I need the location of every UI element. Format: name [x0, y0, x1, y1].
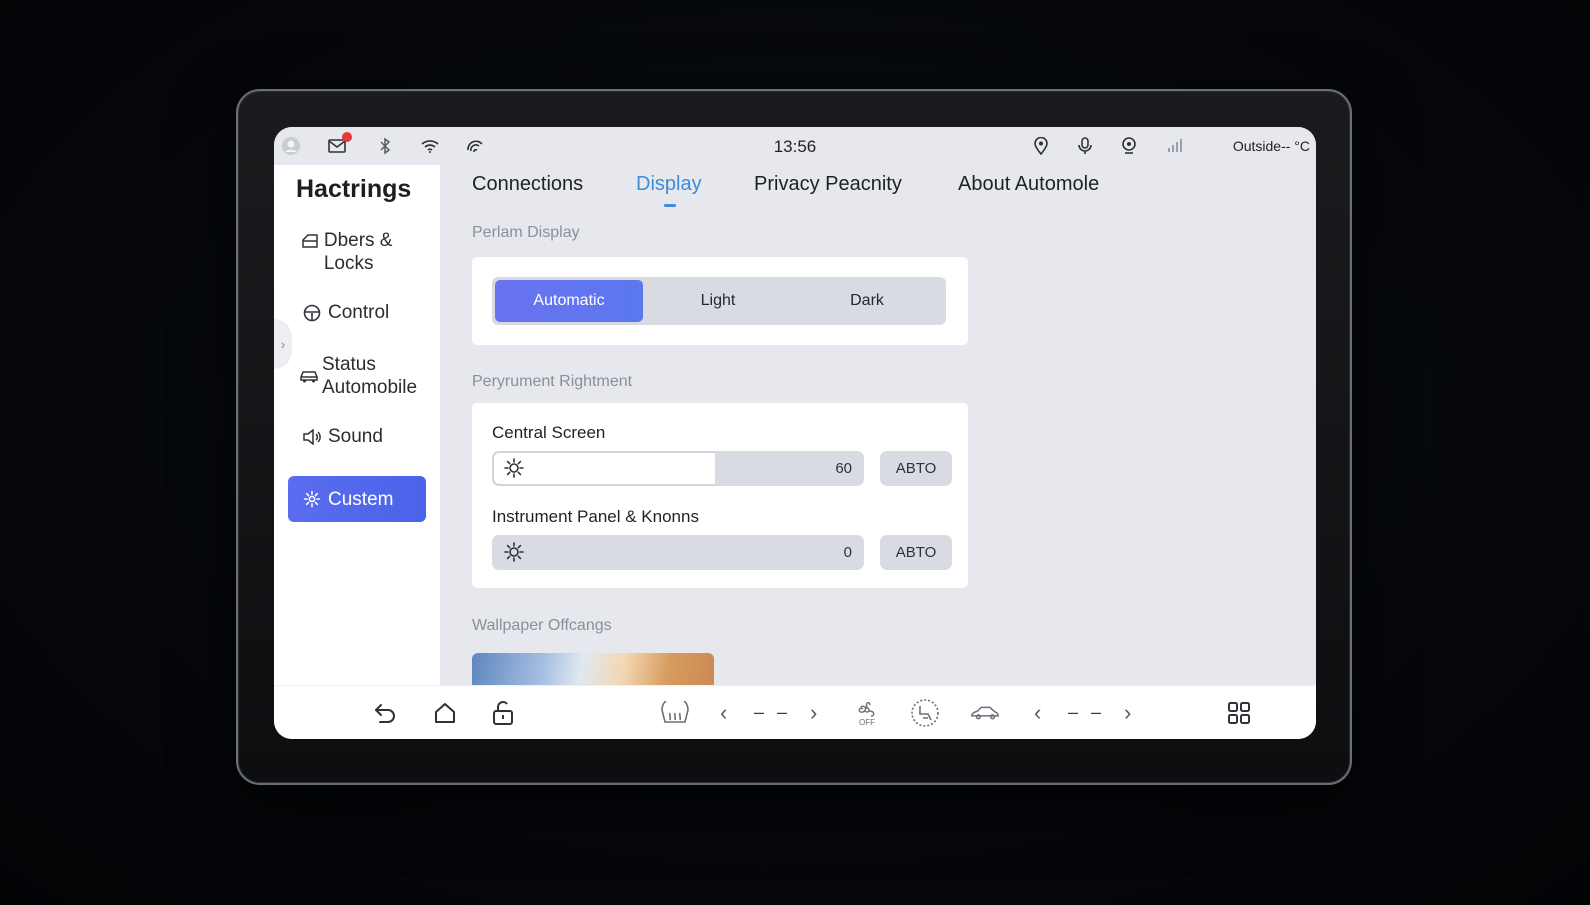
- speaker-icon: [300, 425, 324, 448]
- wifi-icon[interactable]: [419, 135, 441, 157]
- left-temp-decrease[interactable]: ‹: [720, 700, 727, 726]
- outside-temperature: Outside-- °C: [1232, 138, 1310, 154]
- mode-light-button[interactable]: Light: [644, 280, 792, 322]
- chevron-right-icon: ›: [280, 336, 286, 352]
- active-tab-indicator: [664, 204, 676, 207]
- sidebar-item-custom[interactable]: Custem: [288, 476, 426, 522]
- sidebar-item-control[interactable]: Control: [288, 301, 426, 324]
- sidebar-item-doors-locks[interactable]: Dbers & Locks: [288, 229, 426, 275]
- home-icon[interactable]: [430, 698, 460, 728]
- sidebar-item-label: Status Automobile: [322, 354, 418, 398]
- signal-arc-icon[interactable]: [464, 135, 486, 157]
- tab-about[interactable]: About Automole: [958, 173, 1099, 196]
- central-screen-brightness-slider[interactable]: 60: [492, 451, 864, 486]
- avatar-icon[interactable]: [280, 135, 302, 157]
- section-title-brightness: Peryrument Rightment: [472, 373, 633, 390]
- instrument-panel-value: 0: [843, 544, 852, 561]
- sidebar: Hactrings Dbers & Locks Control Status A…: [274, 165, 440, 685]
- left-temp-increase[interactable]: ›: [810, 700, 817, 726]
- gear-icon: [300, 488, 324, 511]
- sidebar-item-status-automobile[interactable]: Status Automobile: [288, 353, 426, 399]
- brightness-card: Central Screen 60 ABTO Instrument Panel …: [472, 403, 968, 588]
- mail-icon[interactable]: [326, 132, 352, 157]
- location-pin-icon[interactable]: [1030, 135, 1052, 157]
- bottom-control-bar: ‹ – – › OFF ‹ – – ›: [274, 685, 1316, 739]
- mode-dark-button[interactable]: Dark: [793, 280, 941, 322]
- instrument-panel-auto-button[interactable]: ABTO: [880, 535, 952, 570]
- central-screen-label: Central Screen: [492, 423, 606, 442]
- status-bar: 13:56 Outside-- °C: [274, 127, 1316, 165]
- central-screen-auto-button[interactable]: ABTO: [880, 451, 952, 486]
- fan-off-icon[interactable]: OFF: [852, 698, 882, 728]
- sidebar-item-label: Custem: [328, 488, 394, 510]
- sun-icon: [504, 542, 524, 562]
- map-pin-icon[interactable]: [1118, 135, 1140, 157]
- infotainment-screen: 13:56 Outside-- °C Hactrings Dbers & Loc…: [274, 127, 1316, 739]
- app-grid-icon[interactable]: [1224, 698, 1254, 728]
- unlock-icon[interactable]: [488, 698, 518, 728]
- steering-wheel-icon: [300, 301, 324, 324]
- sidebar-item-sound[interactable]: Sound: [288, 425, 426, 448]
- tab-privacy[interactable]: Privacy Peacnity: [754, 173, 902, 196]
- car-icon: [300, 365, 318, 388]
- section-title-wallpaper: Wallpaper Offcangs: [472, 617, 612, 634]
- display-mode-card: Automatic Light Dark: [472, 257, 968, 345]
- right-temp-decrease[interactable]: ‹: [1034, 700, 1041, 726]
- tab-connections[interactable]: Connections: [472, 173, 583, 196]
- instrument-panel-brightness-slider[interactable]: 0: [492, 535, 864, 570]
- slider-fill: [492, 451, 716, 486]
- display-mode-selector: Automatic Light Dark: [492, 277, 946, 325]
- sidebar-title: Hactrings: [296, 175, 412, 203]
- microphone-icon[interactable]: [1074, 135, 1096, 157]
- right-temperature: – –: [1068, 702, 1106, 722]
- sidebar-item-label: Control: [328, 302, 390, 323]
- fan-status-label: OFF: [859, 717, 875, 727]
- tab-display[interactable]: Display: [636, 173, 702, 207]
- car-recirculation-icon[interactable]: [970, 698, 1000, 728]
- defrost-icon[interactable]: [660, 698, 690, 728]
- central-screen-value: 60: [835, 460, 852, 477]
- car-door-icon: [300, 229, 320, 252]
- right-temp-increase[interactable]: ›: [1124, 700, 1131, 726]
- notification-badge: [342, 132, 352, 142]
- sidebar-item-label: Dbers & Locks: [323, 230, 393, 274]
- mode-automatic-button[interactable]: Automatic: [495, 280, 643, 322]
- section-title-display-mode: Perlam Display: [472, 224, 580, 241]
- heated-seat-icon[interactable]: [910, 698, 940, 728]
- tab-display-label: Display: [636, 173, 702, 195]
- left-temperature: – –: [754, 702, 792, 722]
- sidebar-item-label: Sound: [328, 426, 383, 447]
- bluetooth-icon[interactable]: [374, 135, 396, 157]
- cellular-signal-icon[interactable]: [1164, 135, 1186, 157]
- instrument-panel-label: Instrument Panel & Knonns: [492, 507, 699, 526]
- back-icon[interactable]: [370, 698, 400, 728]
- sun-icon: [504, 458, 524, 478]
